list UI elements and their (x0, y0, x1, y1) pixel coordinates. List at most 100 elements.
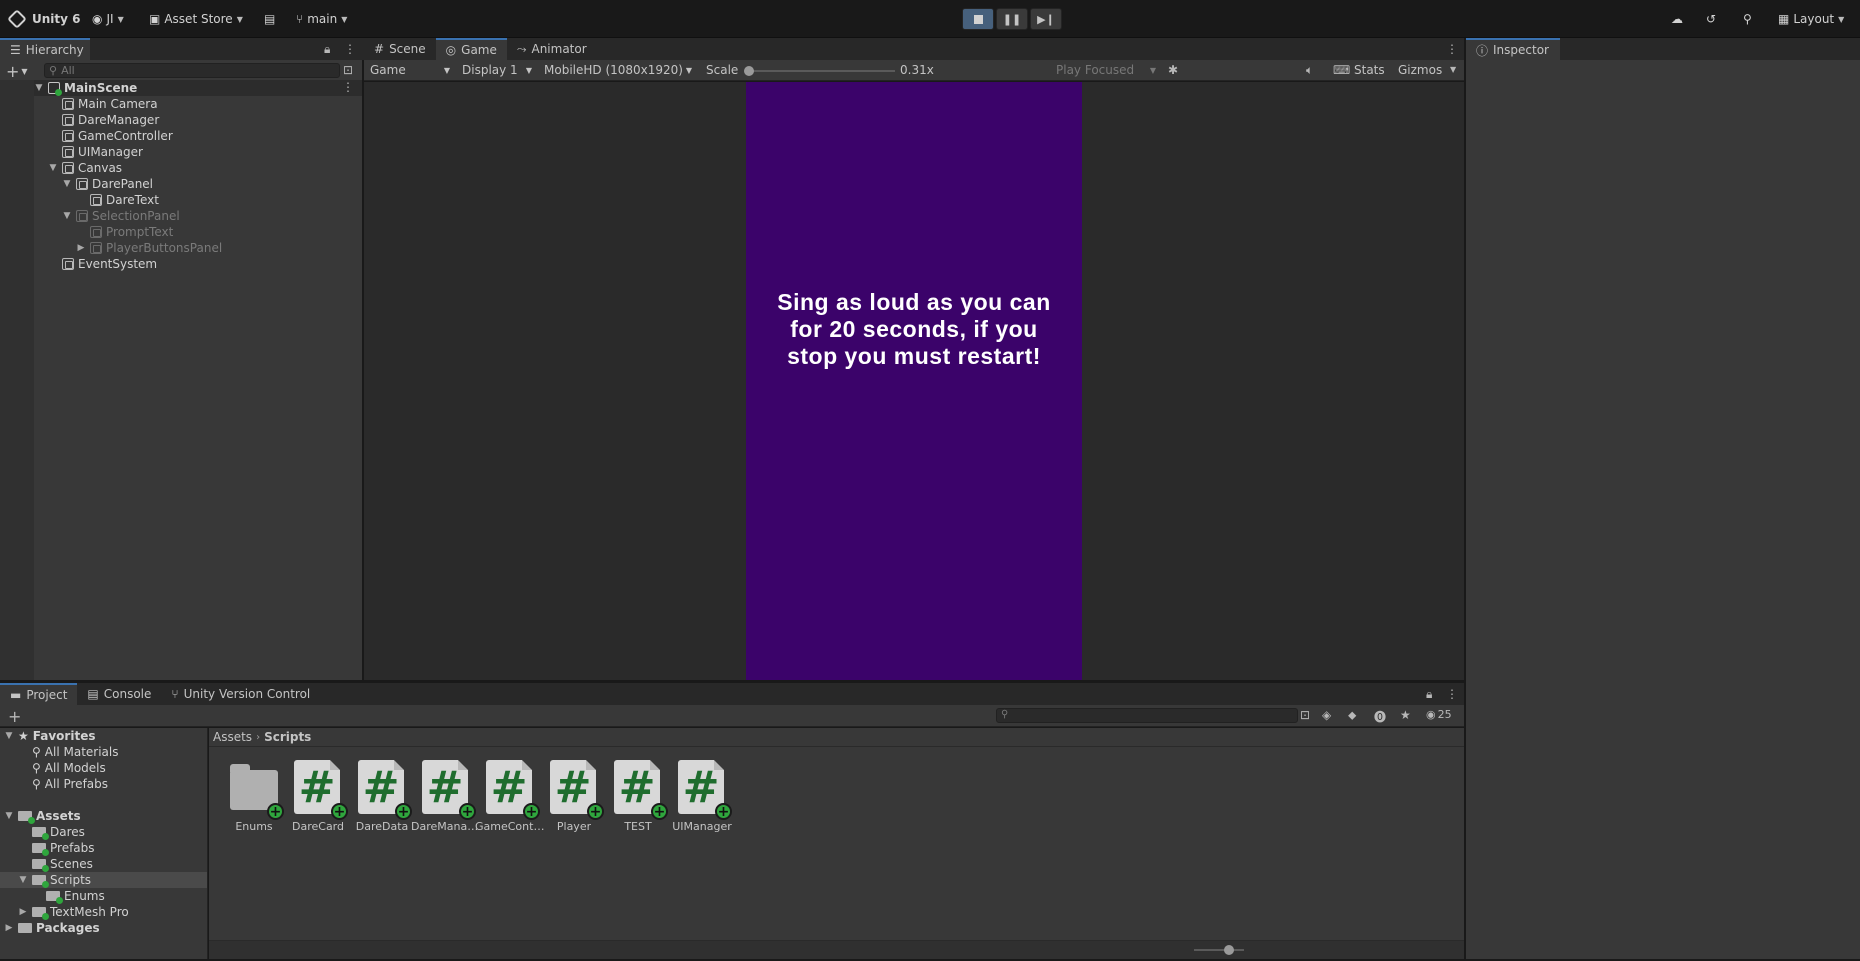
display-dropdown[interactable]: Display 1 ▼ (458, 61, 536, 79)
hierarchy-item[interactable]: Main Camera (48, 96, 158, 112)
expand-arrow-icon[interactable]: ▼ (4, 731, 14, 741)
play-mode-dropdown[interactable]: Play Focused ▼ (1052, 61, 1160, 79)
hierarchy-tree: ▼ MainScene ⋮ Main Camera DareManager Game… (0, 80, 362, 680)
lock-icon[interactable]: 🔒︎ (324, 42, 330, 57)
label-icon[interactable]: ⬥ (1348, 708, 1356, 723)
keyboard-icon[interactable]: ⌨ (1333, 63, 1350, 77)
icon-size-slider-thumb[interactable] (1224, 945, 1234, 955)
more-options-icon[interactable]: ⋮ (1446, 42, 1458, 56)
hierarchy-item[interactable]: DareText (76, 192, 159, 208)
tab-animator[interactable]: ⤳ Animator (507, 38, 597, 60)
search-scope-icon[interactable]: ⊡ (1300, 708, 1310, 722)
expand-arrow-icon[interactable]: ▶ (4, 923, 14, 933)
folder-row[interactable]: Prefabs (32, 840, 95, 856)
hierarchy-item[interactable]: GameController (48, 128, 173, 144)
asset-script[interactable]: # + TEST (605, 760, 671, 833)
expand-arrow-icon[interactable]: ▼ (34, 83, 44, 93)
asset-script[interactable]: # + DareCard (285, 760, 351, 833)
hierarchy-item[interactable]: ▼ Canvas (48, 160, 123, 176)
history-button[interactable]: ↺ (1706, 9, 1716, 29)
asset-folder[interactable]: + Enums (221, 760, 287, 833)
favorite-item[interactable]: ⚲ All Prefabs (32, 776, 108, 792)
folder-row-selected[interactable]: ▼ Scripts (18, 872, 91, 888)
folder-row[interactable]: ▶ TextMesh Pro (18, 904, 129, 920)
hidden-packages-toggle[interactable]: ◉ 25 (1426, 708, 1452, 721)
breadcrumb-item-current[interactable]: Scripts (264, 730, 311, 744)
scale-slider-thumb[interactable] (744, 66, 754, 76)
tab-project[interactable]: ▬ Project (0, 683, 78, 705)
pause-button[interactable]: ❚❚ (996, 8, 1028, 30)
archive-icon: ▤ (264, 12, 276, 26)
tab-version-control[interactable]: ⑂ Unity Version Control (161, 683, 320, 705)
search-button[interactable]: ⚲ (1743, 9, 1752, 29)
expand-arrow-icon[interactable]: ▼ (18, 875, 28, 885)
packages-row[interactable]: ▶ Packages (4, 920, 100, 936)
package-icon-button[interactable]: ▤ (264, 9, 275, 29)
unity-logo-menu[interactable]: Unity 6 (7, 9, 81, 29)
view-dropdown[interactable]: Game ▼ (366, 61, 454, 79)
favorite-item[interactable]: ⚲ All Models (32, 760, 106, 776)
hierarchy-panel: + ▼ ⚲ All ⊡ ▼ MainScene ⋮ Main Camera Dar… (0, 60, 362, 680)
asset-store-dropdown[interactable]: ▣ Asset Store ▼ (149, 9, 243, 29)
expand-arrow-icon[interactable]: ▶ (76, 243, 86, 253)
gizmos-button[interactable]: Gizmos (1398, 63, 1442, 77)
layout-dropdown[interactable]: ▦ Layout ▼ (1778, 9, 1844, 29)
tab-scene[interactable]: # Scene (364, 38, 436, 60)
resolution-dropdown[interactable]: MobileHD (1080x1920) ▼ (540, 61, 696, 79)
hierarchy-item[interactable]: UIManager (48, 144, 143, 160)
game-canvas[interactable]: Sing as loud as you can for 20 seconds, … (746, 82, 1082, 680)
account-dropdown[interactable]: ◉ JI ▼ (92, 9, 124, 29)
hierarchy-item[interactable]: EventSystem (48, 256, 157, 272)
asset-script[interactable]: # + DareManager (411, 760, 481, 833)
chevron-down-icon[interactable]: ▼ (1450, 65, 1456, 74)
hierarchy-item[interactable]: ▶ PlayerButtonsPanel (76, 240, 223, 256)
expand-arrow-icon[interactable]: ▼ (48, 163, 58, 173)
favorites-row[interactable]: ▼ ★ Favorites (4, 728, 96, 744)
tab-console[interactable]: ▤ Console (77, 683, 161, 705)
expand-arrow-icon[interactable]: ▼ (62, 179, 72, 189)
branch-dropdown[interactable]: ⑂ main ▼ (296, 9, 347, 29)
assets-row[interactable]: ▼ Assets (4, 808, 81, 824)
more-options-icon[interactable]: ⋮ (344, 42, 356, 56)
folder-row[interactable]: Enums (46, 888, 105, 904)
more-options-icon[interactable]: ⋮ (1446, 687, 1458, 701)
tab-hierarchy[interactable]: ☰ Hierarchy (0, 38, 90, 60)
mute-audio-icon[interactable]: 🔈︎ (1306, 63, 1313, 78)
scene-row[interactable]: ▼ MainScene ⋮ (34, 80, 362, 96)
scale-slider[interactable] (744, 66, 895, 76)
lock-icon[interactable]: 🔒︎ (1426, 687, 1432, 702)
hierarchy-item[interactable]: DareManager (48, 112, 159, 128)
star-icon[interactable]: ★ (1400, 708, 1411, 722)
hierarchy-item[interactable]: ▼ DarePanel (62, 176, 154, 192)
breadcrumb-item[interactable]: Assets (213, 730, 252, 744)
hierarchy-item-label: UIManager (78, 145, 143, 159)
step-button[interactable]: ▶❙ (1030, 8, 1062, 30)
expand-arrow-icon[interactable]: ▶ (18, 907, 28, 917)
asset-script[interactable]: # + Player (541, 760, 607, 833)
hierarchy-search-input[interactable]: ⚲ All (44, 63, 340, 78)
expand-arrow-icon[interactable]: ▼ (62, 211, 72, 221)
search-filter-icon[interactable]: ⊡ (343, 63, 353, 77)
plus-icon[interactable]: + (8, 707, 21, 726)
asset-script[interactable]: # + DareData (349, 760, 415, 833)
tab-inspector[interactable]: ⓘ Inspector (1466, 38, 1560, 60)
folder-row[interactable]: Dares (32, 824, 85, 840)
icon-size-slider[interactable] (1194, 945, 1244, 955)
folder-row[interactable]: Scenes (32, 856, 93, 872)
tab-game[interactable]: ◎ Game (435, 38, 507, 60)
stop-button[interactable] (962, 8, 994, 30)
project-search-input[interactable]: ⚲ (996, 708, 1298, 723)
create-dropdown[interactable]: + ▼ (6, 62, 28, 81)
asset-script[interactable]: # + UIManager (669, 760, 735, 833)
favorite-item[interactable]: ⚲ All Materials (32, 744, 119, 760)
bug-icon[interactable]: ✱ (1168, 63, 1178, 77)
expand-arrow-icon[interactable]: ▼ (4, 811, 14, 821)
stats-button[interactable]: Stats (1354, 63, 1385, 77)
asset-script[interactable]: # + GameContr... (475, 760, 545, 833)
hierarchy-item[interactable]: ▼ SelectionPanel (62, 208, 180, 224)
cloud-button[interactable]: ☁ (1671, 9, 1683, 29)
more-options-icon[interactable]: ⋮ (342, 80, 354, 94)
filter-type-icon[interactable]: ◈ (1322, 708, 1331, 722)
hierarchy-item[interactable]: PromptText (76, 224, 173, 240)
warning-icon[interactable]: ⓿ (1374, 708, 1386, 725)
